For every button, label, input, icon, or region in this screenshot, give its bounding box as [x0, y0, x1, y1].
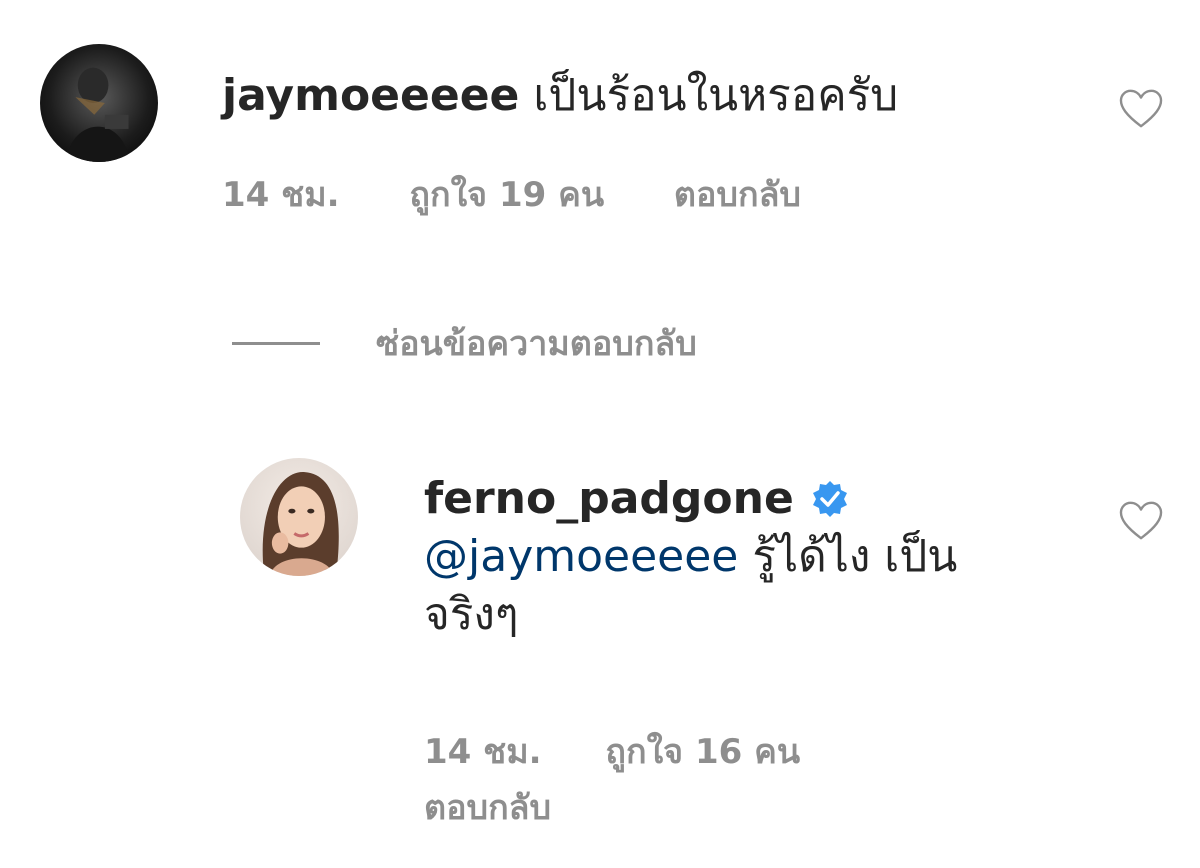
reply-user-row: ferno_padgone [424, 470, 1064, 528]
verified-badge-icon [812, 481, 847, 517]
comment-meta: 14 ชม. ถูกใจ 19 คน ตอบกลับ [222, 172, 859, 218]
avatar-photo-icon [40, 44, 158, 162]
comment-reply-button[interactable]: ตอบกลับ [674, 175, 801, 215]
reply-text-line1: @jaymoeeeee รู้ได้ไง เป็น [424, 528, 1064, 586]
hide-replies-toggle[interactable]: ซ่อนข้อความตอบกลับ [232, 316, 697, 370]
like-heart-icon[interactable] [1118, 500, 1164, 542]
divider-line [232, 341, 320, 345]
comment-time: 14 ชม. [222, 175, 340, 215]
comment-likes[interactable]: ถูกใจ 19 คน [409, 175, 604, 215]
commenter-avatar[interactable] [40, 44, 158, 162]
hide-replies-label: ซ่อนข้อความตอบกลับ [376, 324, 697, 364]
avatar-photo-icon [240, 458, 358, 576]
reply-username[interactable]: ferno_padgone [424, 470, 794, 528]
reply-avatar[interactable] [240, 458, 358, 576]
reply-text-line2: จริงๆ [424, 589, 519, 640]
reply-likes[interactable]: ถูกใจ 16 คน [605, 732, 800, 772]
comment-username[interactable]: jaymoeeeee [222, 70, 519, 121]
comment-text: เป็นร้อนในหรอครับ [533, 70, 899, 121]
comments-thread: jaymoeeeee เป็นร้อนในหรอครับ 14 ชม. ถูกใ… [0, 0, 1200, 868]
reply-text: รู้ได้ไง เป็น [752, 531, 958, 582]
reply-body: ferno_padgone @jaymoeeeee รู้ได้ไง เป็น … [424, 470, 1064, 644]
mention-link[interactable]: @jaymoeeeee [424, 531, 738, 582]
comment-body: jaymoeeeee เป็นร้อนในหรอครับ [222, 68, 898, 124]
reply-time: 14 ชม. [424, 732, 542, 772]
reply-reply-button[interactable]: ตอบกลับ [424, 788, 551, 828]
reply-meta: 14 ชม. ถูกใจ 16 คน ตอบกลับ [424, 724, 984, 836]
like-heart-icon[interactable] [1118, 88, 1164, 130]
